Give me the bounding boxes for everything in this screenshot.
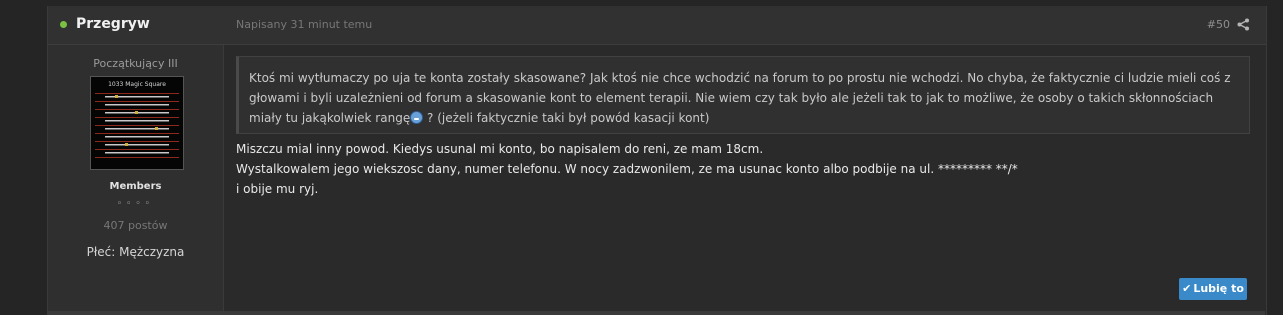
author-name-link[interactable]: Przegryw — [76, 16, 150, 32]
like-button[interactable]: ✔ Lubię to — [1179, 278, 1247, 300]
post-line-1: Miszczu mial inny powod. Kiedys usunal m… — [236, 142, 764, 156]
reputation-pips: ◦◦◦◦ — [116, 199, 155, 209]
member-rank: Początkujący III — [93, 57, 178, 70]
quote-block: Ktoś mi wytłumaczy po uja te konta zosta… — [236, 56, 1250, 134]
post-content: Ktoś mi wytłumaczy po uja te konta zosta… — [224, 45, 1266, 315]
forum-post: Przegryw Napisany 31 minut temu #50 Pocz… — [47, 6, 1267, 315]
avatar-caption: 1033 Magic Square — [108, 81, 166, 88]
share-icon[interactable] — [1237, 18, 1250, 31]
online-status-icon — [60, 21, 67, 28]
author-sidebar: Początkujący III 1033 Magic Square Membe… — [48, 45, 224, 315]
post-body: Miszczu mial inny powod. Kiedys usunal m… — [236, 139, 1250, 199]
post-header: Przegryw Napisany 31 minut temu #50 — [48, 6, 1266, 45]
post-count: 407 postów — [103, 219, 168, 232]
post-line-2: Wystalkowalem jego wiekszosc dany, numer… — [236, 162, 1018, 176]
check-icon: ✔ — [1182, 282, 1192, 295]
laughing-emoji-icon — [410, 111, 424, 124]
post-line-3: i obije mu ryj. — [236, 182, 319, 196]
quote-text: Ktoś mi wytłumaczy po uja te konta zosta… — [249, 71, 1231, 125]
post-date[interactable]: Napisany 31 minut temu — [236, 18, 372, 31]
magic-square-image — [95, 93, 179, 158]
avatar[interactable]: 1033 Magic Square — [90, 76, 184, 170]
quote-text-continued: ? (jeżeli faktycznie taki był powód kasa… — [423, 111, 710, 125]
post-footer-divider — [47, 311, 1265, 315]
gender-field: Płeć: Mężczyzna — [86, 245, 185, 259]
like-button-label: Lubię to — [1193, 282, 1244, 295]
post-number-link[interactable]: #50 — [1207, 18, 1230, 31]
quote-paragraph: Ktoś mi wytłumaczy po uja te konta zosta… — [249, 68, 1239, 128]
member-group: Members — [109, 181, 162, 192]
